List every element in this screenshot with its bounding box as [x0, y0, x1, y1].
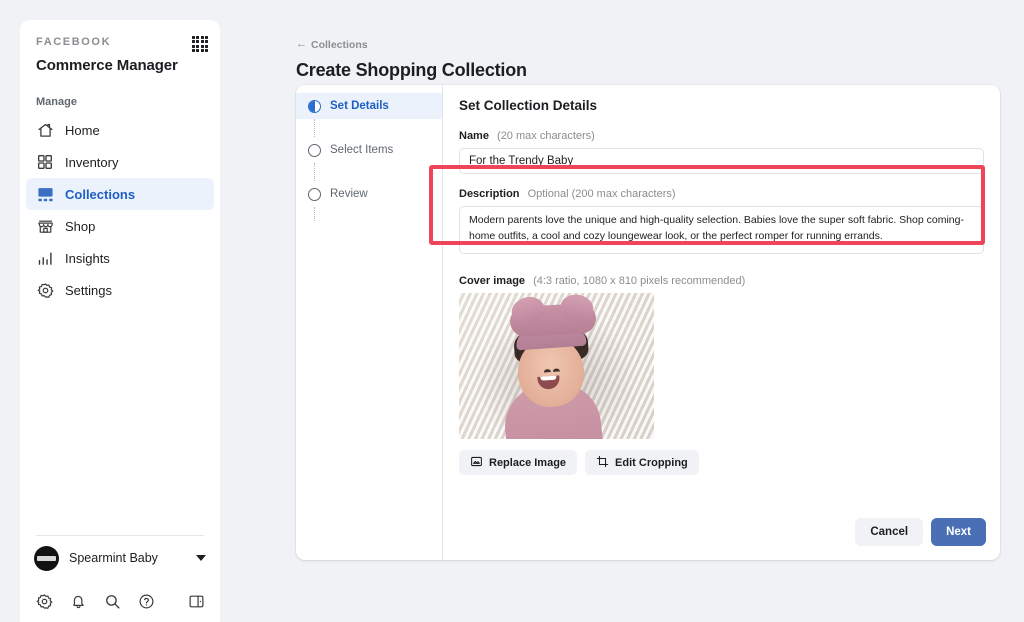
- cover-image-label: Cover image (4:3 ratio, 1080 x 810 pixel…: [459, 275, 984, 287]
- sidebar-item-label: Inventory: [65, 154, 119, 170]
- sidebar-header: FACEBOOK Commerce Manager: [20, 36, 220, 74]
- description-textarea[interactable]: [459, 206, 984, 254]
- avatar: [34, 545, 59, 571]
- cover-image-hint: (4:3 ratio, 1080 x 810 pixels recommende…: [533, 275, 746, 287]
- sidebar-item-label: Home: [65, 122, 100, 138]
- step-circle-icon: [308, 187, 321, 201]
- apps-grid-icon[interactable]: [192, 36, 208, 52]
- baby-bow: [508, 302, 597, 337]
- account-name: Spearmint Baby: [69, 551, 158, 565]
- collections-icon: [36, 185, 54, 203]
- gear-icon: [36, 281, 54, 299]
- cancel-button[interactable]: Cancel: [855, 518, 924, 546]
- step-select-items[interactable]: Select Items: [296, 137, 442, 163]
- step-label: Review: [330, 188, 368, 200]
- gear-icon[interactable]: [34, 591, 54, 611]
- sidebar: FACEBOOK Commerce Manager Manage Home In…: [20, 20, 220, 622]
- sidebar-toolbar: [20, 580, 220, 622]
- search-icon[interactable]: [102, 591, 122, 611]
- account-switcher[interactable]: Spearmint Baby: [20, 536, 220, 580]
- image-actions: Replace Image Edit Cropping: [459, 450, 984, 475]
- commerce-manager-app: FACEBOOK Commerce Manager Manage Home In…: [0, 0, 1024, 622]
- sidebar-nav: Home Inventory Collections Shop Insights…: [20, 114, 220, 306]
- main-content: ← Collections Create Shopping Collection…: [296, 0, 1024, 622]
- inventory-grid-icon: [36, 153, 54, 171]
- step-connector: [314, 207, 315, 221]
- sidebar-item-shop[interactable]: Shop: [26, 210, 214, 242]
- baby-mouth: [537, 374, 561, 390]
- baby-eye-left: [543, 368, 551, 372]
- baby-eye-right: [552, 367, 560, 372]
- step-label: Select Items: [330, 144, 394, 156]
- description-label: Description Optional (200 max characters…: [459, 188, 984, 200]
- name-label-text: Name: [459, 130, 489, 142]
- card-footer: Cancel Next: [855, 518, 986, 546]
- edit-cropping-label: Edit Cropping: [615, 456, 688, 469]
- help-icon[interactable]: [136, 591, 156, 611]
- bell-icon[interactable]: [68, 591, 88, 611]
- step-progress-icon: [308, 99, 321, 113]
- sidebar-item-label: Collections: [65, 186, 136, 202]
- cover-image-label-text: Cover image: [459, 275, 526, 287]
- description-label-text: Description: [459, 188, 520, 200]
- sidebar-item-label: Insights: [65, 250, 110, 266]
- sidebar-item-collections[interactable]: Collections: [26, 178, 214, 210]
- panel-toggle-icon[interactable]: [186, 591, 206, 611]
- bar-chart-icon: [36, 249, 54, 267]
- name-label: Name (20 max characters): [459, 130, 984, 142]
- name-hint: (20 max characters): [497, 130, 595, 142]
- edit-cropping-button[interactable]: Edit Cropping: [585, 450, 699, 475]
- next-button[interactable]: Next: [931, 518, 986, 546]
- step-rail: Set Details Select Items Review: [296, 85, 443, 560]
- name-field-group: Name (20 max characters): [459, 130, 984, 174]
- panel-title: Set Collection Details: [459, 98, 598, 113]
- back-arrow-icon: ←: [296, 38, 307, 50]
- cover-image-group: Cover image (4:3 ratio, 1080 x 810 pixel…: [459, 275, 984, 475]
- sidebar-item-insights[interactable]: Insights: [26, 242, 214, 274]
- sidebar-item-settings[interactable]: Settings: [26, 274, 214, 306]
- sidebar-item-label: Shop: [65, 218, 96, 234]
- chevron-down-icon[interactable]: [196, 555, 206, 561]
- description-hint: Optional (200 max characters): [527, 188, 676, 200]
- form-panel: Set Collection Details Name (20 max char…: [429, 85, 1000, 560]
- breadcrumb[interactable]: ← Collections: [296, 39, 368, 51]
- replace-image-button[interactable]: Replace Image: [459, 450, 578, 475]
- sidebar-item-home[interactable]: Home: [26, 114, 214, 146]
- name-input[interactable]: [459, 148, 984, 174]
- step-connector: [314, 119, 315, 137]
- crop-icon: [596, 455, 609, 471]
- step-set-details[interactable]: Set Details: [296, 93, 442, 119]
- step-circle-icon: [308, 143, 321, 157]
- replace-image-label: Replace Image: [489, 456, 567, 469]
- step-review[interactable]: Review: [296, 181, 442, 207]
- breadcrumb-label: Collections: [311, 38, 368, 51]
- page-title: Create Shopping Collection: [296, 60, 527, 80]
- step-label: Set Details: [330, 100, 389, 112]
- home-icon: [36, 121, 54, 139]
- facebook-brand-label: FACEBOOK: [36, 36, 112, 48]
- sidebar-section-label: Manage: [36, 96, 77, 108]
- app-title: Commerce Manager: [36, 57, 178, 74]
- step-connector: [314, 163, 315, 181]
- description-field-group: Description Optional (200 max characters…: [459, 188, 984, 259]
- storefront-icon: [36, 217, 54, 235]
- create-collection-card: Set Details Select Items Review Set Coll…: [296, 85, 1000, 560]
- photo-icon: [470, 455, 483, 471]
- cover-image-preview[interactable]: [459, 293, 654, 439]
- sidebar-item-inventory[interactable]: Inventory: [26, 146, 214, 178]
- sidebar-item-label: Settings: [65, 282, 112, 298]
